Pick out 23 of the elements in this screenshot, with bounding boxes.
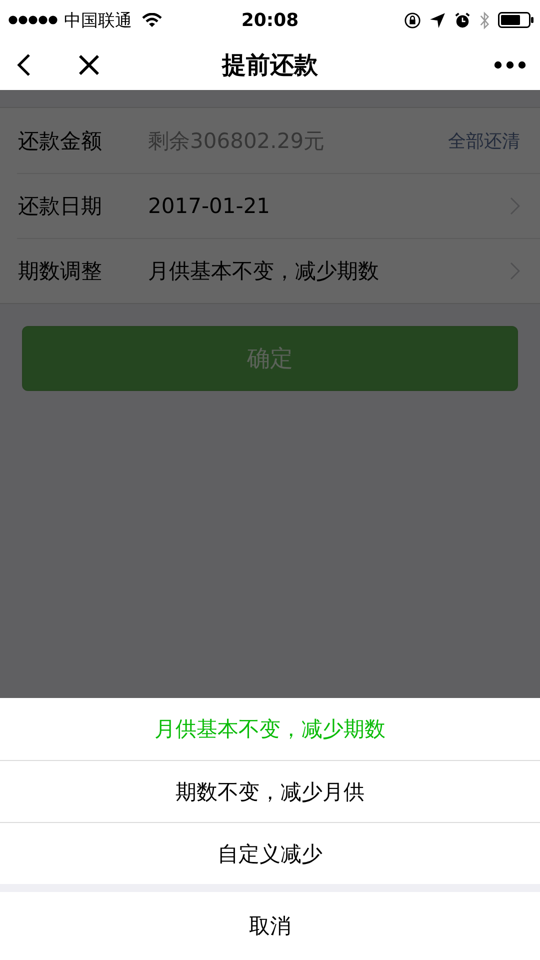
- field-label: 期数调整: [18, 258, 103, 285]
- cancel-button[interactable]: 取消: [0, 892, 540, 960]
- field-label: 还款日期: [18, 193, 103, 220]
- sheet-option[interactable]: 期数不变，减少月供: [0, 760, 540, 822]
- signal-icon: [8, 15, 58, 25]
- close-icon[interactable]: [78, 54, 100, 76]
- wifi-icon: [142, 12, 162, 28]
- picker-value[interactable]: 月供基本不变，减少期数: [148, 257, 510, 285]
- page-title: 提前还款: [222, 50, 318, 81]
- battery-icon: [498, 12, 534, 28]
- pay-all-link[interactable]: 全部还清: [448, 128, 520, 152]
- sheet-option[interactable]: 自定义减少: [0, 822, 540, 884]
- sheet-option[interactable]: 月供基本不变，减少期数: [0, 698, 540, 760]
- picker-value[interactable]: 2017-01-21: [148, 194, 510, 218]
- more-icon[interactable]: [494, 61, 526, 69]
- back-icon[interactable]: [16, 53, 32, 77]
- status-time: 20:08: [241, 10, 299, 30]
- carrier-name: 中国联通: [64, 10, 132, 32]
- field-label: 还款金额: [18, 128, 103, 154]
- rotation-lock-icon: [404, 12, 421, 28]
- alarm-icon: [454, 12, 471, 28]
- location-icon: [429, 12, 446, 28]
- bluetooth-icon: [479, 10, 490, 30]
